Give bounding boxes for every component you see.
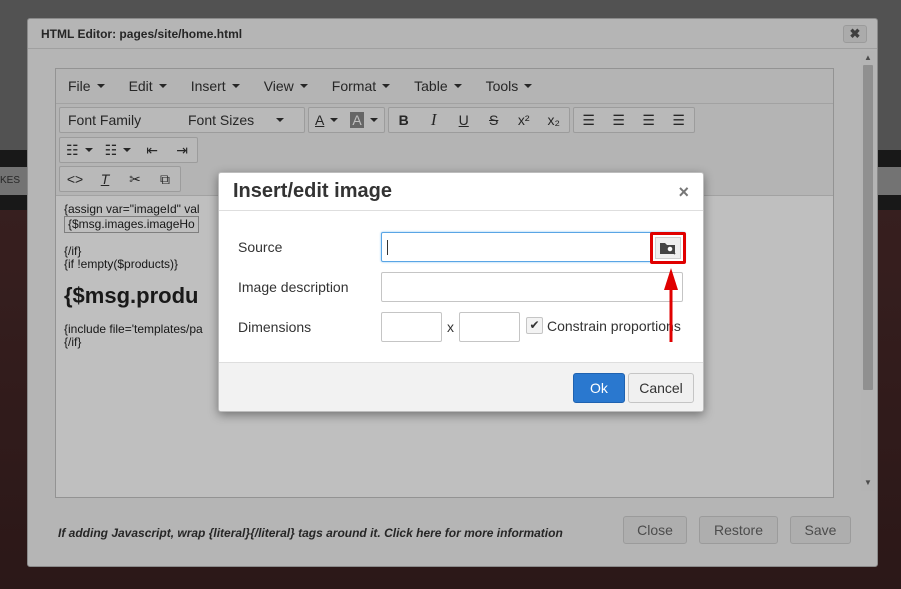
dimensions-label: Dimensions (238, 319, 312, 335)
ok-button[interactable]: Ok (573, 373, 625, 403)
dialog-footer: Ok Cancel (219, 362, 703, 411)
width-input[interactable] (381, 312, 442, 342)
description-label: Image description (238, 279, 349, 295)
text-cursor (387, 240, 388, 255)
dialog-header: Insert/edit image (219, 173, 703, 211)
source-label: Source (238, 239, 283, 255)
insert-image-dialog: Insert/edit image × Source Image descrip… (218, 172, 704, 412)
constrain-proportions-label: Constrain proportions (547, 318, 681, 334)
dialog-close-icon[interactable]: × (678, 182, 689, 203)
cancel-button[interactable]: Cancel (628, 373, 694, 403)
folder-search-icon (660, 243, 676, 255)
dimension-separator: x (447, 319, 454, 335)
browse-files-button[interactable] (650, 232, 686, 264)
height-input[interactable] (459, 312, 520, 342)
dialog-title: Insert/edit image (233, 180, 392, 202)
image-description-input[interactable] (381, 272, 683, 302)
constrain-proportions-checkbox[interactable]: ✔ (526, 317, 543, 334)
checkmark-icon: ✔ (529, 318, 540, 332)
source-input[interactable] (381, 232, 685, 262)
